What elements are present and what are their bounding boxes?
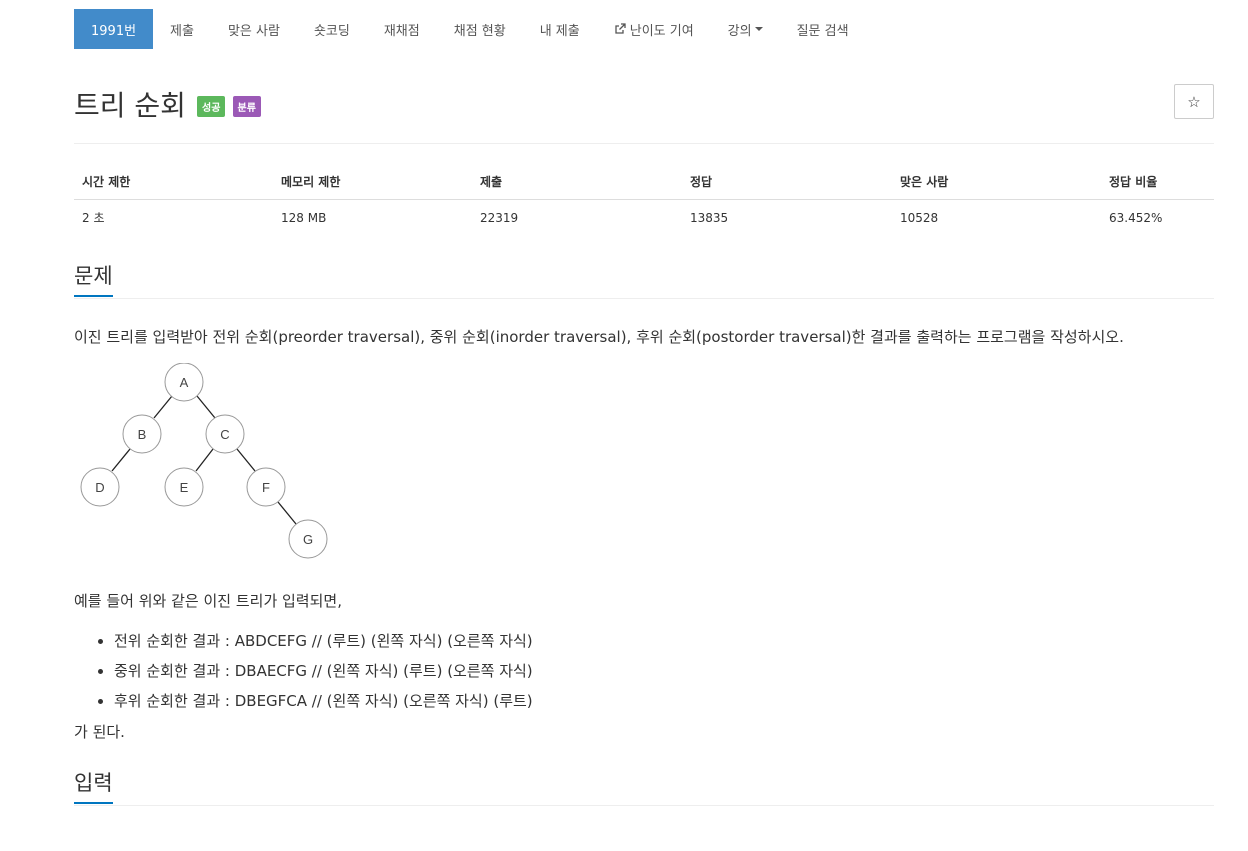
table-row: 2 초 128 MB 22319 13835 10528 63.452% [74, 200, 1214, 236]
column-header: 맞은 사람 [892, 164, 1101, 200]
nav-label: 1991번 [91, 23, 137, 39]
column-header: 정답 [682, 164, 892, 200]
accepted-cell: 13835 [690, 210, 729, 225]
star-icon: ☆ [1187, 92, 1201, 111]
accepted-users-cell: 10528 [900, 210, 939, 225]
tree-edge [236, 448, 256, 472]
nav-my-submissions[interactable]: 내 제출 [523, 9, 597, 49]
tree-edge [111, 448, 131, 472]
favorite-button[interactable]: ☆ [1174, 84, 1214, 119]
problem-nav: 1991번 제출 맞은 사람 숏코딩 재채점 채점 현황 내 제출 난이도 기여… [74, 9, 1214, 49]
accept-ratio-cell: 63.452% [1109, 210, 1163, 225]
status-badge: 성공 [197, 96, 226, 117]
list-item: 후위 순회한 결과 : DBEGFCA // (왼쪽 자식) (오른쪽 자식) … [114, 686, 1214, 716]
problem-description: 이진 트리를 입력받아 전위 순회(preorder traversal), 중… [74, 328, 1124, 346]
nav-label: 강의 [727, 23, 752, 39]
nav-label: 숏코딩 [313, 23, 350, 39]
nav-rejudge[interactable]: 재채점 [367, 9, 437, 49]
nav-label: 질문 검색 [796, 23, 849, 39]
nav-short-coding[interactable]: 숏코딩 [297, 9, 367, 49]
tree-node-label: E [180, 480, 189, 495]
tree-node-label: F [262, 480, 270, 495]
submissions-cell: 22319 [480, 210, 519, 225]
nav-label: 채점 현황 [453, 23, 506, 39]
example-intro: 예를 들어 위와 같은 이진 트리가 입력되면, [74, 592, 342, 610]
nav-label: 내 제출 [539, 23, 580, 39]
problem-info-table: 시간 제한 메모리 제한 제출 정답 맞은 사람 정답 비율 2 초 128 M… [74, 164, 1214, 235]
tree-node-label: D [95, 480, 104, 495]
page-title: 트리 순회 [74, 89, 186, 122]
tree-edge [153, 395, 173, 419]
problem-header: 트리 순회 성공 분류 ☆ [74, 84, 1214, 144]
input-section-header: 입력 [74, 770, 1214, 806]
section-title: 입력 [74, 770, 113, 804]
example-conclusion: 가 된다. [74, 723, 125, 741]
problem-section-header: 문제 [74, 263, 1214, 299]
tree-edge [195, 448, 214, 472]
list-item: 전위 순회한 결과 : ABDCEFG // (루트) (왼쪽 자식) (오른쪽… [114, 626, 1214, 656]
nav-label: 맞은 사람 [227, 23, 280, 39]
tree-edge [277, 501, 297, 525]
section-title: 문제 [74, 263, 113, 297]
list-item: 중위 순회한 결과 : DBAECFG // (왼쪽 자식) (루트) (오른쪽… [114, 656, 1214, 686]
nav-submit[interactable]: 제출 [153, 9, 211, 49]
binary-tree-diagram: A B C D E F G [80, 363, 328, 559]
traversal-results-list: 전위 순회한 결과 : ABDCEFG // (루트) (왼쪽 자식) (오른쪽… [74, 626, 1214, 716]
tree-edge [196, 395, 216, 419]
tag-badge[interactable]: 분류 [232, 96, 261, 117]
column-header: 정답 비율 [1101, 164, 1214, 200]
tree-node-label: B [138, 427, 147, 442]
nav-problem-number[interactable]: 1991번 [74, 9, 154, 49]
nav-accepted-users[interactable]: 맞은 사람 [211, 9, 297, 49]
table-header-row: 시간 제한 메모리 제한 제출 정답 맞은 사람 정답 비율 [74, 164, 1214, 200]
nav-label: 난이도 기여 [629, 23, 694, 39]
nav-difficulty-contribution[interactable]: 난이도 기여 [597, 9, 711, 49]
nav-lectures-dropdown[interactable]: 강의 [711, 9, 780, 49]
tree-node-label: C [220, 427, 229, 442]
memory-limit-cell: 128 MB [281, 210, 327, 225]
tree-node-label: A [180, 375, 189, 390]
nav-status[interactable]: 채점 현황 [437, 9, 523, 49]
caret-down-icon [754, 27, 763, 31]
nav-question-search[interactable]: 질문 검색 [780, 9, 866, 49]
column-header: 시간 제한 [74, 164, 273, 200]
column-header: 제출 [472, 164, 682, 200]
page-container: 1991번 제출 맞은 사람 숏코딩 재채점 채점 현황 내 제출 난이도 기여… [74, 9, 1214, 806]
nav-label: 제출 [170, 23, 194, 39]
time-limit-cell: 2 초 [82, 211, 105, 225]
nav-label: 재채점 [383, 23, 420, 39]
tree-node-label: G [303, 532, 313, 547]
external-link-icon [614, 23, 626, 35]
column-header: 메모리 제한 [273, 164, 472, 200]
